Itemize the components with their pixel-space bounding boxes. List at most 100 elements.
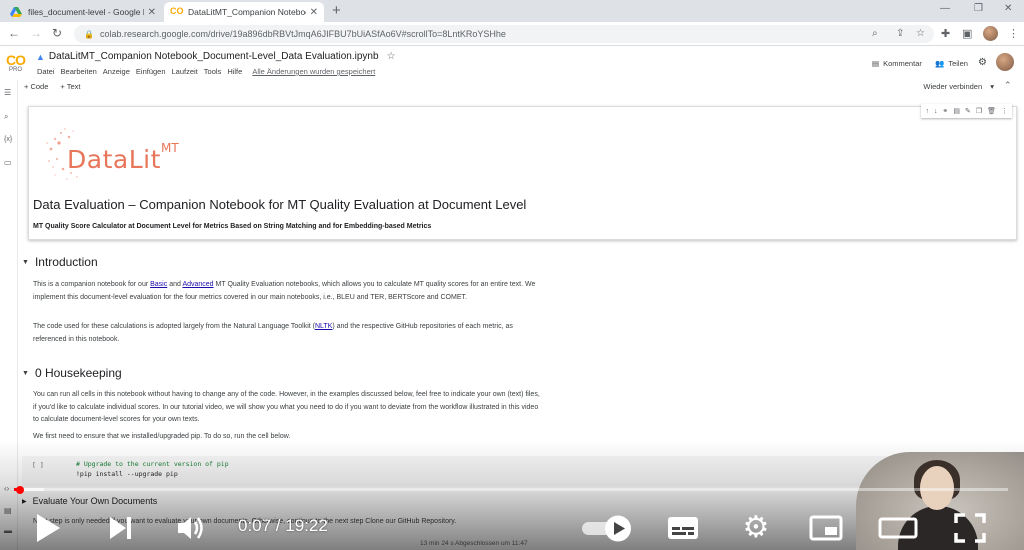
play-icon [37,514,60,542]
comment-button[interactable]: ▤ Kommentar [872,59,922,68]
housekeeping-paragraph-1: You can run all cells in this notebook w… [33,391,540,423]
link-icon[interactable]: ⚭ [942,107,948,115]
section-heading: 0 Housekeeping [34,366,122,380]
insert-cell-toolbar: + Code + Text [24,82,81,91]
browser-tab-colab[interactable]: CO DataLitMT_Companion Notebook_ ✕ [164,2,324,22]
play-button[interactable] [30,510,66,546]
browser-menu-icon[interactable]: ⋮ [1008,27,1019,40]
search-icon[interactable]: ⌕ [4,112,8,122]
colab-logo[interactable]: CO [6,52,26,68]
collapse-caret-icon[interactable]: ▼ [22,370,29,377]
share-button[interactable]: 👥 Teilen [935,59,968,68]
section-introduction[interactable]: ▼ Introduction [22,255,98,269]
side-panel-icon[interactable]: ▣ [962,27,972,40]
move-down-icon[interactable]: ↓ [934,108,938,115]
section-heading: Evaluate Your Own Documents [32,496,158,506]
collapse-caret-icon[interactable]: ▼ [22,259,29,266]
code-snippets-icon[interactable]: ‹› [4,484,9,493]
menu-runtime[interactable]: Laufzeit [169,67,201,76]
advanced-notebook-link[interactable]: Advanced [182,281,213,288]
star-icon[interactable]: ☆ [387,51,396,62]
delete-icon[interactable]: 🗑 [987,107,996,115]
user-avatar[interactable] [996,53,1014,71]
menu-tools[interactable]: Tools [201,67,225,76]
extensions-icon[interactable]: ✚ [941,27,950,40]
command-palette-icon[interactable]: ▤ [4,506,12,515]
mirror-cell-icon[interactable]: ❐ [976,107,982,115]
colab-header: CO PRO ▲ DataLitMT_Companion Notebook_Do… [0,47,1024,79]
table-of-contents-icon[interactable]: ☰ [4,88,11,97]
minimize-icon[interactable]: — [940,3,950,14]
google-drive-icon [10,7,22,17]
reconnect-button[interactable]: Wieder verbinden ▾ [923,82,994,91]
text-span: This is a companion notebook for our [33,281,151,288]
more-options-icon[interactable]: ⋮ [1001,107,1008,115]
move-up-icon[interactable]: ↑ [925,108,929,115]
theater-mode-button[interactable] [878,510,918,546]
subtitles-button[interactable] [664,510,702,546]
files-folder-icon[interactable]: ▭ [4,158,12,167]
share-page-icon[interactable]: ⇪ [896,28,904,39]
comment-icon[interactable]: ▤ [953,107,960,115]
run-cell-button[interactable]: [ ] [32,461,44,469]
cell-action-toolbar: ↑ ↓ ⚭ ▤ ✎ ❐ 🗑 ⋮ [921,104,1012,118]
section-evaluate-own-documents[interactable]: ▶ Evaluate Your Own Documents [22,496,157,506]
drive-icon: ▲ [36,51,45,62]
tab-title: DataLitMT_Companion Notebook_ [188,7,306,17]
subtitles-icon [668,517,698,539]
edit-pencil-icon[interactable]: ✎ [965,107,971,115]
expand-caret-icon[interactable]: ▶ [22,498,27,505]
notebook-title[interactable]: ▲ DataLitMT_Companion Notebook_Document-… [36,51,396,62]
menu-view[interactable]: Anzeige [100,67,133,76]
reload-icon[interactable]: ↻ [52,26,62,40]
window-close-icon[interactable]: ✕ [1004,3,1012,14]
skip-next-icon [110,517,131,539]
tab-close-icon[interactable]: ✕ [310,7,318,18]
new-tab-icon[interactable]: + [332,2,341,19]
save-status[interactable]: Alle Änderungen wurden gespeichert [249,67,378,76]
basic-notebook-link[interactable]: Basic [150,281,167,288]
settings-button[interactable]: ⚙ [738,510,774,546]
tab-title: files_document-level - Google D [28,7,144,17]
variables-icon[interactable]: {x} [4,136,12,143]
add-text-button[interactable]: + Text [60,82,80,91]
tab-close-icon[interactable]: ✕ [148,7,156,18]
runtime-status: 13 min 24 s Abgeschlossen um 11:47 [420,540,528,547]
menu-file[interactable]: Datei [34,67,58,76]
nltk-link[interactable]: NLTK [315,323,332,330]
settings-gear-icon: ⚙ [742,511,770,544]
intro-paragraph-2: The code used for these calculations is … [33,321,543,346]
comment-icon: ▤ [872,59,880,68]
autoplay-toggle[interactable] [580,510,634,546]
url-field[interactable]: 🔒 colab.research.google.com/drive/19a896… [74,25,934,43]
browser-tab-strip: files_document-level - Google D ✕ CO Dat… [0,0,1024,22]
restore-icon[interactable]: ❐ [974,3,983,14]
fullscreen-button[interactable] [952,510,988,546]
theater-mode-icon [878,517,918,539]
lock-icon: 🔒 [84,29,94,39]
volume-button[interactable] [174,510,210,546]
forward-icon[interactable]: → [30,26,42,40]
next-video-button[interactable] [104,510,138,546]
menu-insert[interactable]: Einfügen [133,67,169,76]
intro-paragraph-1: This is a companion notebook for our Bas… [33,279,543,304]
header-text-cell[interactable]: ↑ ↓ ⚭ ▤ ✎ ❐ 🗑 ⋮ DataLit MT Data Evaluati… [28,104,1017,240]
add-code-button[interactable]: + Code [24,82,48,91]
settings-gear-icon[interactable]: ⚙ [978,57,987,68]
notebook-subtitle: MT Quality Score Calculator at Document … [33,223,432,230]
search-icon[interactable]: ⌕ [872,28,878,39]
notebook-main-title: Data Evaluation – Companion Notebook for… [33,197,527,212]
menu-help[interactable]: Hilfe [224,67,245,76]
menu-edit[interactable]: Bearbeiten [58,67,100,76]
section-housekeeping[interactable]: ▼ 0 Housekeeping [22,366,122,380]
terminal-icon[interactable]: ▬ [4,526,12,535]
miniplayer-button[interactable] [808,510,844,546]
code-line: !pip install --upgrade pip [76,470,178,478]
scrubber-handle[interactable] [15,486,24,494]
browser-tab-drive[interactable]: files_document-level - Google D ✕ [4,2,162,22]
bookmark-star-icon[interactable]: ☆ [916,28,925,39]
collapse-chevron-icon[interactable]: ⌃ [1004,80,1012,91]
browser-profile-avatar[interactable] [983,26,998,41]
video-progress-bar[interactable] [14,488,1008,491]
back-icon[interactable]: ← [8,26,20,40]
